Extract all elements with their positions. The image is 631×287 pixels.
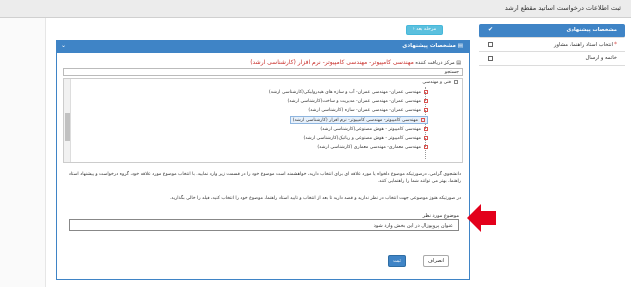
wizard-steps: مشخصات پیشنهادی ✔ *انتخاب استاد راهنما، … bbox=[479, 24, 625, 66]
tree-scrollbar[interactable] bbox=[64, 79, 71, 162]
scroll-thumb[interactable] bbox=[65, 113, 70, 141]
topic-input[interactable]: عنوان پروپوزال در این بخش وارد شود bbox=[69, 219, 459, 231]
next-step-label: مرحله بعد bbox=[416, 27, 437, 32]
tree-node-label: مهندسی کامپیوتر - هوش مصنوعی و رباتیک(کا… bbox=[303, 136, 421, 141]
tree-search-input[interactable]: جستجو bbox=[63, 68, 463, 76]
node-icon bbox=[424, 135, 428, 140]
list-icon: ▤ bbox=[456, 60, 461, 66]
submit-button[interactable]: ثبت bbox=[388, 255, 406, 267]
step-label-text: انتخاب استاد راهنما، مشاور bbox=[554, 42, 613, 48]
node-icon bbox=[421, 117, 425, 122]
step-proposed-specs[interactable]: مشخصات پیشنهادی ✔ bbox=[479, 24, 625, 38]
step-finish-send[interactable]: خاتمه و ارسال bbox=[479, 52, 625, 66]
tree-node-label: مهندسی عمران- مهندسی عمران- آب و سازه ها… bbox=[268, 90, 421, 95]
tree-node-label: مهندسی معماری- مهندسی معماری (کارشناسی ا… bbox=[317, 145, 421, 150]
step-label: مشخصات پیشنهادی bbox=[566, 27, 617, 33]
tree-node-label: مهندسی کامپیوتر- مهندسی کامپیوتر- نرم اف… bbox=[292, 118, 418, 123]
receiving-center: ▤ مرکز دریافت کننده مهندسی کامپیوتر- مهن… bbox=[250, 59, 461, 66]
left-gutter bbox=[0, 18, 46, 287]
checkbox-icon bbox=[488, 42, 493, 47]
folder-icon bbox=[454, 79, 458, 84]
guidance-text-2: در صورتیکه هنوز موضوعی جهت انتخاب در نظر… bbox=[169, 196, 461, 201]
tree-node[interactable]: مهندسی عمران- مهندسی عمران- مدیریت و ساخ… bbox=[287, 98, 428, 106]
next-step-button[interactable]: مرحله بعد ‹ bbox=[406, 25, 443, 35]
node-icon bbox=[424, 144, 428, 149]
chevron-left-icon: ‹ bbox=[412, 27, 415, 32]
node-icon bbox=[424, 107, 428, 112]
tree-node[interactable]: مهندسی عمران- مهندسی عمران- سازه (کارشنا… bbox=[308, 107, 428, 115]
tree-node-label: فنی و مهندسی bbox=[422, 80, 451, 85]
tree-node-root[interactable]: فنی و مهندسی bbox=[422, 79, 458, 87]
field-tree: فنی و مهندسی مهندسی عمران- مهندسی عمران-… bbox=[63, 78, 463, 163]
arrow-shape bbox=[467, 204, 496, 232]
node-icon bbox=[424, 126, 428, 131]
tree-node-label: مهندسی عمران- مهندسی عمران- مدیریت و ساخ… bbox=[287, 99, 421, 104]
chevron-down-icon[interactable]: ⌄ bbox=[61, 42, 66, 49]
receiving-center-label: مرکز دریافت کننده bbox=[415, 60, 455, 66]
required-mark: * bbox=[614, 41, 617, 48]
cancel-button[interactable]: انصراف bbox=[423, 255, 449, 267]
node-icon bbox=[424, 98, 428, 103]
step-label: *انتخاب استاد راهنما، مشاور bbox=[554, 41, 617, 48]
panel-header[interactable]: ▤ مشخصات پیشنهادی ⌄ bbox=[57, 41, 469, 53]
tree-node[interactable]: مهندسی کامپیوتر - هوش مصنوعی(کارشناسی ار… bbox=[320, 126, 428, 134]
checkbox-icon bbox=[488, 56, 493, 61]
topic-input-value: عنوان پروپوزال در این بخش وارد شود bbox=[373, 222, 453, 229]
tree-node[interactable]: مهندسی معماری- مهندسی معماری (کارشناسی ا… bbox=[317, 144, 428, 152]
annotation-arrow-icon bbox=[467, 204, 496, 232]
guidance-text: دانشجوی گرامی، درصورتیکه موضوع دلخواه یا… bbox=[68, 172, 461, 184]
tree-node-selected[interactable]: مهندسی کامپیوتر- مهندسی کامپیوتر- نرم اف… bbox=[289, 116, 428, 124]
list-icon: ▤ bbox=[455, 43, 463, 49]
step-select-advisor[interactable]: *انتخاب استاد راهنما، مشاور bbox=[479, 38, 625, 52]
search-label: جستجو bbox=[444, 69, 459, 75]
check-icon: ✔ bbox=[487, 26, 493, 33]
page-title: ثبت اطلاعات درخواست اساتید مقطع ارشد bbox=[504, 4, 621, 12]
node-icon bbox=[424, 89, 428, 94]
tree-node[interactable]: مهندسی کامپیوتر - هوش مصنوعی و رباتیک(کا… bbox=[304, 135, 428, 143]
tree-node-label: مهندسی کامپیوتر - هوش مصنوعی(کارشناسی ار… bbox=[320, 127, 421, 132]
proposal-panel: ▤ مشخصات پیشنهادی ⌄ ▤ مرکز دریافت کننده … bbox=[56, 40, 470, 280]
panel-title: ▤ مشخصات پیشنهادی bbox=[402, 43, 463, 49]
receiving-center-value: مهندسی کامپیوتر- مهندسی کامپیوتر- نرم اف… bbox=[250, 59, 414, 66]
panel-title-text: مشخصات پیشنهادی bbox=[402, 43, 456, 49]
page-header: ثبت اطلاعات درخواست اساتید مقطع ارشد bbox=[0, 0, 631, 18]
tree-node-label: مهندسی عمران- مهندسی عمران- سازه (کارشنا… bbox=[308, 108, 421, 113]
tree-node[interactable]: مهندسی عمران- مهندسی عمران- آب و سازه ها… bbox=[269, 89, 428, 97]
step-label: خاتمه و ارسال bbox=[585, 55, 617, 61]
